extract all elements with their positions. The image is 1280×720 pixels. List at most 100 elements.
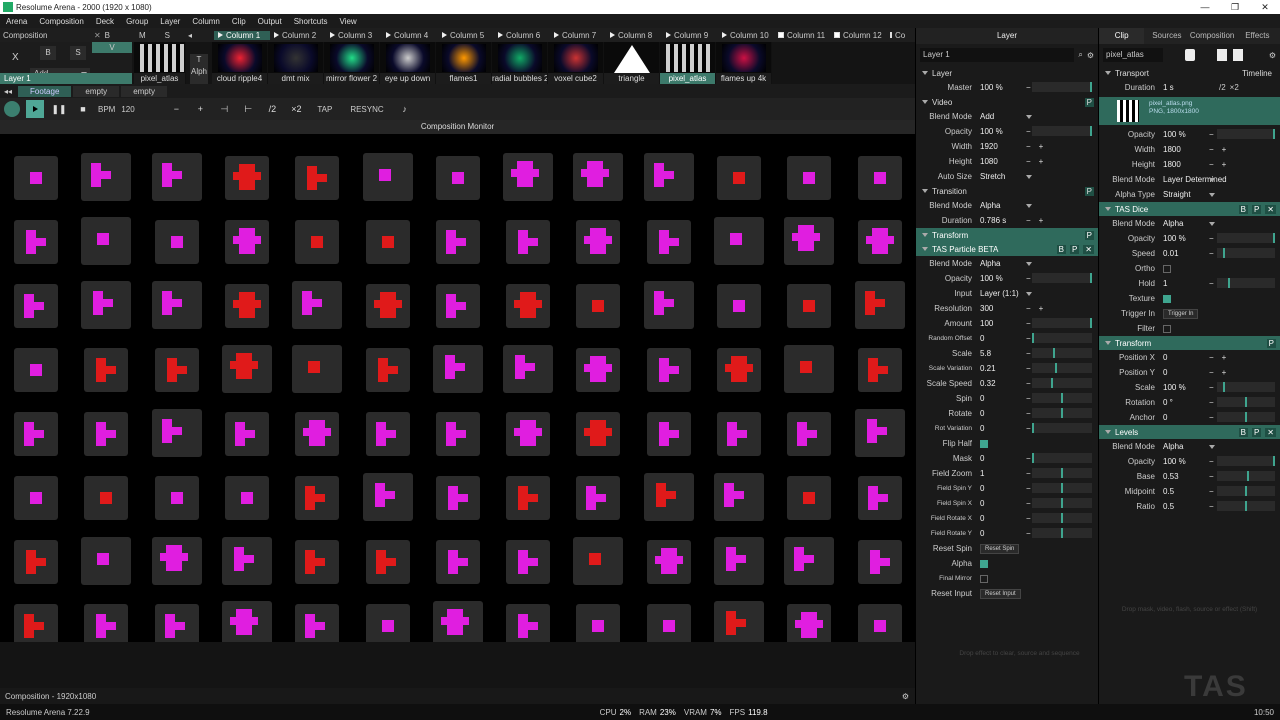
composition-b-button[interactable]: B [105,31,110,40]
collapse-icon[interactable] [1105,430,1111,434]
clip-thumbnail[interactable]: radial bubbles 2 [492,42,548,84]
column-header[interactable]: Column 4 [382,31,438,40]
column-header[interactable]: Column 1 [214,30,270,40]
param-slider[interactable] [1032,126,1092,136]
resync-button[interactable]: RESYNC [344,105,389,114]
minus-button[interactable]: − [1026,83,1031,92]
duration-half-button[interactable]: /2 [1219,83,1226,92]
tab-clip[interactable]: Clip [1099,28,1145,44]
param-slider[interactable] [1032,378,1092,388]
layer-bypass-button[interactable]: B [40,46,56,60]
search-icon[interactable]: ⌕ [1078,50,1082,60]
column-play-icon[interactable] [554,32,559,38]
minus-button[interactable]: − [1026,334,1031,343]
plus-button[interactable]: + [1039,216,1044,225]
tap-button[interactable]: TAP [311,105,338,114]
column-header[interactable]: Column 11 [774,31,830,40]
slider-handle[interactable] [1055,363,1058,373]
collapse-icon[interactable] [922,71,928,75]
column-header[interactable]: Column 8 [606,31,662,40]
param-slider[interactable] [1032,483,1092,493]
plus-button[interactable]: + [1222,145,1227,154]
collapse-icon[interactable] [922,189,928,193]
nudge-back-icon[interactable]: ⊣ [215,100,233,118]
plus-button[interactable]: + [1222,353,1227,362]
checkbox[interactable] [1163,324,1171,333]
plus-button[interactable]: + [1039,157,1044,166]
menu-item-view[interactable]: View [333,17,362,26]
param-slider[interactable] [1032,348,1092,358]
param-value[interactable]: Alpha [1159,219,1209,228]
minus-button[interactable]: − [1026,529,1031,538]
minus-button[interactable]: − [1026,454,1031,463]
deck-tab[interactable]: empty [73,85,120,97]
slider-handle[interactable] [1245,486,1247,496]
pause-button[interactable]: ❚❚ [50,100,68,118]
column-play-icon[interactable] [274,32,279,38]
minus-button[interactable]: − [1209,353,1214,362]
minus-button[interactable]: − [1026,469,1031,478]
layer-name-input[interactable]: Layer 1 [920,48,1075,62]
collapse-icon[interactable] [922,247,928,251]
bpm-half-button[interactable]: /2 [263,100,281,118]
chevron-down-icon[interactable] [1209,177,1215,182]
param-value[interactable]: 0 [976,394,1026,403]
section-transform[interactable]: Transform P [916,228,1098,242]
param-value[interactable]: 0.21 [976,364,1026,373]
stepper[interactable]: −+ [1026,142,1056,151]
minus-button[interactable]: − [1209,383,1214,392]
column-header[interactable]: Column 5 [438,31,494,40]
param-slider[interactable] [1032,423,1092,433]
slider-handle[interactable] [1245,397,1247,407]
section-clip-transform[interactable]: Transform P [1099,336,1280,350]
chevron-down-icon[interactable] [1026,203,1032,208]
clip-thumbnail[interactable]: triangle [604,42,660,84]
param-slider[interactable] [1032,333,1092,343]
section-video[interactable]: Video P [916,95,1098,109]
param-value[interactable]: 1080 [976,157,1026,166]
collapse-icon[interactable] [1105,207,1111,211]
section-b-button[interactable]: B [1238,204,1248,214]
minus-button[interactable]: − [1026,364,1031,373]
slider-handle[interactable] [1061,408,1063,418]
minus-button[interactable]: − [1209,487,1214,496]
column-header[interactable]: Column 2 [270,31,326,40]
slider-handle[interactable] [1273,233,1275,243]
menu-item-arena[interactable]: Arena [0,17,33,26]
column-play-icon[interactable] [610,32,615,38]
minus-button[interactable]: − [1209,502,1214,511]
param-value[interactable]: 100 % [1159,383,1209,392]
tab-sources[interactable]: Sources [1144,28,1189,44]
slider-handle[interactable] [1061,468,1063,478]
slider-handle[interactable] [1222,248,1225,258]
column-header[interactable]: Column 6 [494,31,550,40]
param-slider[interactable] [1032,318,1092,328]
minus-button[interactable]: − [1026,379,1031,388]
metronome-icon[interactable]: ♪ [396,100,414,118]
minus-button[interactable]: − [1209,234,1214,243]
stepper[interactable]: −+ [1209,368,1239,377]
chevron-down-icon[interactable] [1026,114,1032,119]
section-✕-button[interactable]: ✕ [1083,244,1094,254]
slider-handle[interactable] [1032,423,1034,433]
param-value[interactable]: Stretch [976,172,1026,181]
minus-button[interactable]: − [1209,398,1214,407]
param-value[interactable]: 300 [976,304,1026,313]
clip-thumbnail[interactable]: voxel cube2 [548,42,604,84]
minus-button[interactable]: − [1026,274,1031,283]
composition-close-icon[interactable]: ✕ [94,31,101,40]
param-value[interactable]: 100 [976,319,1026,328]
param-value[interactable]: Layer (1:1) [976,289,1026,298]
stepper[interactable]: −+ [1209,160,1239,169]
column-header[interactable]: Column 7 [550,31,606,40]
section-layer[interactable]: Layer [916,66,1098,80]
param-slider[interactable] [1032,468,1092,478]
slider-handle[interactable] [1222,382,1225,392]
column-header[interactable]: Column 12 [830,31,886,40]
param-slider[interactable] [1217,397,1275,407]
minus-button[interactable]: − [1026,514,1031,523]
chevron-down-icon[interactable] [1026,261,1032,266]
param-value[interactable]: Add [976,112,1026,121]
clip-thumbnail[interactable]: flames up 4k [716,42,772,84]
layer-alpha-button[interactable]: Alph [191,67,207,76]
